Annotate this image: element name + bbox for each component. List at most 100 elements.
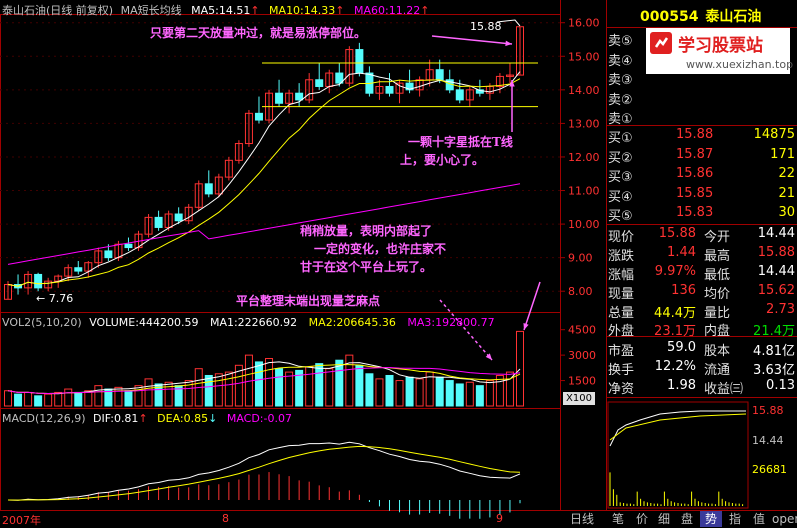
sell-order-row[interactable]: 卖⑤ xyxy=(608,30,797,49)
candle-body xyxy=(174,213,183,222)
order-label: 卖⑤ xyxy=(608,34,633,49)
stat-label: 外盘 xyxy=(608,324,635,339)
candle-body xyxy=(435,69,444,81)
stat-row: 外盘 23.1万 内盘 21.4万 xyxy=(608,320,797,339)
tab-2[interactable]: 价 xyxy=(632,511,652,527)
buy-order-row[interactable]: 买③ 15.86 22 xyxy=(608,166,797,185)
volume-bar xyxy=(325,368,334,407)
stat-value: 1.98 xyxy=(667,378,696,393)
volume-bar xyxy=(516,330,524,407)
volume-header: VOL2(5,10,20) VOLUME:444200.59 MA1:22266… xyxy=(2,316,495,329)
buy-order-row[interactable]: 买④ 15.85 21 xyxy=(608,185,797,205)
stat-label-2: 内盘 xyxy=(704,324,731,339)
volume-bar xyxy=(445,380,454,407)
arrow-breakout xyxy=(431,35,513,45)
sell-order-row[interactable]: 卖② xyxy=(608,89,797,108)
stock-identity: 000554 泰山石油 xyxy=(640,6,761,26)
vol-tick-label: 4500 xyxy=(568,324,596,337)
volume-bar xyxy=(485,380,494,407)
candle-body xyxy=(204,183,213,195)
stat-value: 59.0 xyxy=(667,340,696,355)
tab-1[interactable]: 笔 xyxy=(608,511,628,527)
stat-label: 换手 xyxy=(608,363,635,378)
low-price-value: 7.76 xyxy=(48,292,74,305)
order-price: 15.86 xyxy=(676,166,714,181)
arrow-volume-head xyxy=(523,323,529,330)
tab-5[interactable]: 势 xyxy=(700,511,722,527)
order-price: 15.88 xyxy=(676,127,714,142)
order-label: 买④ xyxy=(608,189,633,205)
vol-tick-label: 3000 xyxy=(568,349,596,362)
tab-8[interactable]: open xyxy=(772,511,797,527)
volume-bar xyxy=(144,378,153,407)
volume-bar xyxy=(84,390,93,407)
price-tick-label: 12.00 xyxy=(568,151,600,164)
stat-label-2: 均价 xyxy=(704,287,731,302)
ma60-up-arrow-icon: ↑ xyxy=(420,4,430,17)
stat-value: 23.1万 xyxy=(654,324,696,339)
x100-badge: X100 xyxy=(563,392,595,405)
sell-order-row[interactable]: 卖① xyxy=(608,108,797,127)
buy-order-row[interactable]: 买① 15.88 14875 xyxy=(608,127,797,146)
volume-bar xyxy=(164,381,173,407)
sell-order-row[interactable]: 卖④ xyxy=(608,50,797,69)
stat-value-2: 15.88 xyxy=(757,245,795,260)
stat-label: 总量 xyxy=(608,306,635,321)
buy-order-row[interactable]: 买② 15.87 171 xyxy=(608,147,797,166)
stat-label-2: 量比 xyxy=(704,306,731,321)
volume-bar xyxy=(204,374,213,407)
volume-bar xyxy=(275,368,284,407)
stat-value: 44.4万 xyxy=(654,306,696,321)
order-price: 15.85 xyxy=(676,185,714,201)
order-volume: 14875 xyxy=(753,127,795,142)
volume-bar xyxy=(435,376,444,407)
vol-ma2: MA2:206645.36 xyxy=(308,316,396,329)
tab-0[interactable]: 日线 xyxy=(562,511,602,527)
volume-bar xyxy=(114,386,123,407)
sell-order-row[interactable]: 卖③ xyxy=(608,69,797,88)
stock-code: 000554 xyxy=(640,9,699,25)
candle-body xyxy=(355,49,364,74)
stat-label: 市盈 xyxy=(608,344,635,359)
price-tick-label: 8.00 xyxy=(568,285,593,298)
mini-price-line xyxy=(609,410,746,447)
tab-7[interactable]: 值 xyxy=(748,511,770,527)
buy-order-row[interactable]: 买⑤ 15.83 30 xyxy=(608,205,797,224)
macd-header: MACD(12,26,9) DIF:0.81↑ DEA:0.85↓ MACD:-… xyxy=(2,412,292,425)
volume-bar xyxy=(495,374,504,407)
volume-bar xyxy=(134,385,143,407)
dif-line xyxy=(7,441,521,501)
candle-body xyxy=(455,89,464,101)
tab-4[interactable]: 盘 xyxy=(676,511,698,527)
stat-value-2: 15.62 xyxy=(757,283,795,298)
candle-body xyxy=(34,273,43,289)
stat-label: 涨跌 xyxy=(608,249,635,264)
x-label-aug: 8 xyxy=(222,512,229,525)
macd-dea: DEA:0.85 xyxy=(157,412,209,425)
volume-bar xyxy=(465,381,474,407)
annotation-doji-line1: 一颗十字星抵在T线 xyxy=(408,135,513,149)
tab-3[interactable]: 细 xyxy=(654,511,674,527)
vol-volume: VOLUME:444200.59 xyxy=(89,316,199,329)
stat-row: 市盈 59.0 股本 4.81亿 xyxy=(608,340,797,359)
stat-value: 1.44 xyxy=(667,245,696,260)
vol-title: VOL2(5,10,20) xyxy=(2,316,82,329)
mini-volume: 26681 xyxy=(752,463,787,476)
price-tick-label: 10.00 xyxy=(568,218,600,231)
volume-bar xyxy=(94,385,103,407)
tab-6[interactable]: 指 xyxy=(724,511,746,527)
low-price-marker: ← 7.76 xyxy=(36,292,74,305)
stat-value-2: 3.63亿 xyxy=(753,363,795,378)
candle-body xyxy=(295,92,304,101)
volume-bar xyxy=(74,391,83,407)
x-label-2007: 2007年 xyxy=(2,514,41,527)
stat-value-2: 2.73 xyxy=(766,302,795,317)
volume-bar xyxy=(305,366,314,407)
order-label: 卖③ xyxy=(608,73,633,88)
stock-name: 泰山石油 xyxy=(705,9,762,25)
price-tick-label: 14.00 xyxy=(568,84,600,97)
ma10-up-arrow-icon: ↑ xyxy=(335,4,345,17)
arrow-sesame xyxy=(439,299,493,361)
stat-value-2: 0.13 xyxy=(766,378,795,393)
stat-value: 136 xyxy=(671,283,696,298)
